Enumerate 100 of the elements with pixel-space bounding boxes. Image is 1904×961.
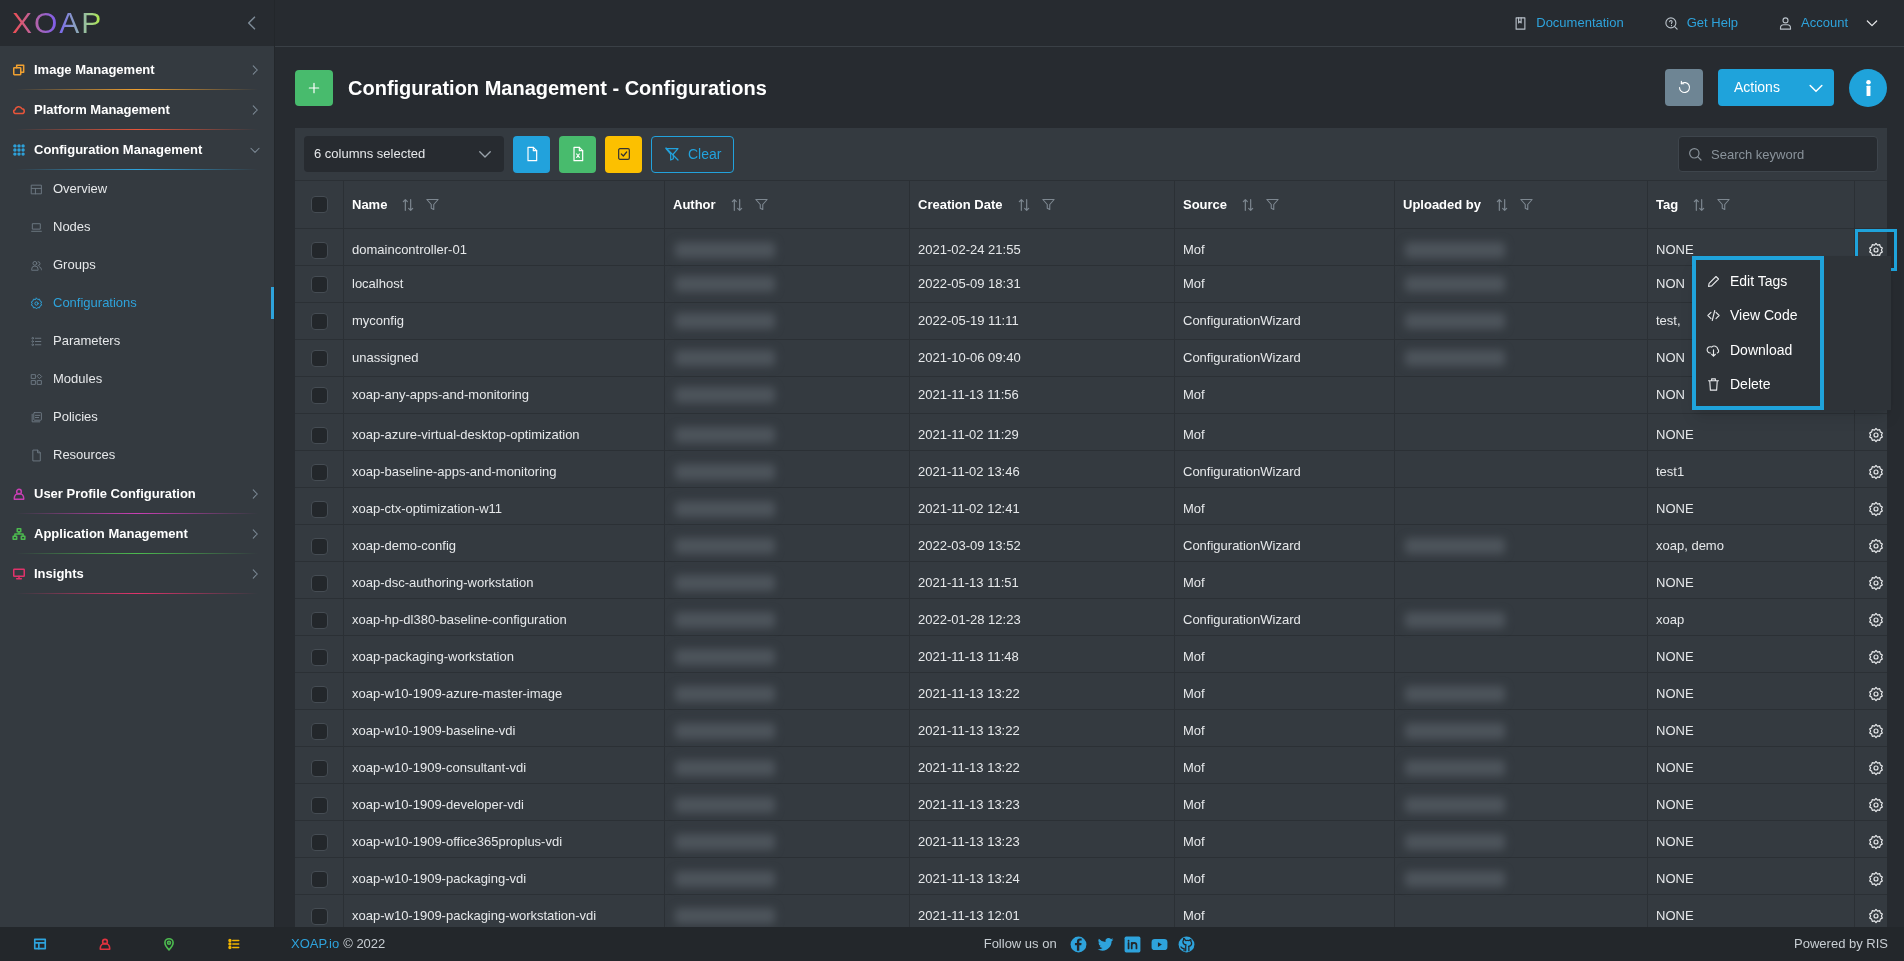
sidebar-item[interactable]: Resources <box>0 436 274 474</box>
menu-item[interactable]: Download <box>1696 333 1820 368</box>
sidebar-item[interactable]: Configurations <box>0 284 274 322</box>
info-icon <box>1865 79 1871 96</box>
column-header[interactable]: Name <box>352 194 388 215</box>
sidebar-section[interactable]: Configuration Management <box>0 130 274 169</box>
menu-item-icon <box>1706 342 1721 358</box>
table-cell-text: 2021-11-13 11:48 <box>918 648 1019 667</box>
filter-clear-icon <box>664 146 680 162</box>
settings-icon <box>1868 908 1884 924</box>
clear-button[interactable]: Clear <box>651 135 735 173</box>
row-checkbox[interactable] <box>310 722 328 740</box>
table-cell-text: xoap-w10-1909-office365proplus-vdi <box>352 833 563 852</box>
social-link[interactable] <box>1122 934 1142 954</box>
table-cell-text: NONE <box>1656 759 1694 778</box>
item-icon <box>30 372 43 386</box>
row-checkbox[interactable] <box>310 426 328 444</box>
row-checkbox[interactable] <box>310 275 328 293</box>
settings-icon <box>1868 501 1884 517</box>
sidebar-item[interactable]: Groups <box>0 246 274 284</box>
table-cell-text: xoap-baseline-apps-and-monitoring <box>352 463 557 482</box>
settings-icon <box>1868 723 1884 739</box>
table-cell-text: 2021-11-13 13:22 <box>918 759 1020 778</box>
row-checkbox[interactable] <box>310 349 328 367</box>
sidebar-section[interactable]: Application Management <box>0 514 274 553</box>
item-icon <box>30 258 43 272</box>
sidebar-item[interactable]: Modules <box>0 360 274 398</box>
info-button[interactable] <box>1849 68 1887 107</box>
sidebar-section[interactable]: Platform Management <box>0 90 274 129</box>
social-link[interactable] <box>1176 934 1196 954</box>
table-cell-text: Mof <box>1183 870 1205 889</box>
sidebar-item[interactable]: Parameters <box>0 322 274 360</box>
table-cell-text: xoap-w10-1909-baseline-vdi <box>352 722 516 741</box>
table-cell-text: unassigned <box>352 349 419 368</box>
row-checkbox[interactable] <box>310 833 328 851</box>
table-cell-text: NONE <box>1656 833 1694 852</box>
sidebar-section[interactable]: Image Management <box>0 50 274 89</box>
table-cell-text: test, <box>1656 312 1681 331</box>
row-checkbox[interactable] <box>310 312 328 330</box>
row-checkbox[interactable] <box>310 759 328 777</box>
row-checkbox[interactable] <box>310 907 328 925</box>
table-cell-text: Mof <box>1183 722 1205 741</box>
filter-icon <box>1265 197 1281 212</box>
settings-icon <box>1868 538 1884 554</box>
link-icon <box>1778 15 1793 31</box>
table-cell-text: 2021-11-13 12:01 <box>918 907 1020 926</box>
table-cell-text: ConfigurationWizard <box>1183 611 1301 630</box>
item-icon <box>30 220 43 234</box>
sidebar-item[interactable]: Nodes <box>0 208 274 246</box>
column-header[interactable]: Uploaded by <box>1403 194 1481 215</box>
row-checkbox[interactable] <box>310 463 328 481</box>
add-button[interactable] <box>295 69 333 106</box>
refresh-button[interactable] <box>1665 69 1703 106</box>
table-cell-text: 2021-11-13 13:24 <box>918 870 1020 889</box>
menu-item[interactable]: View Code <box>1696 298 1820 333</box>
top-link[interactable]: Account <box>1778 13 1880 33</box>
row-checkbox[interactable] <box>310 386 328 404</box>
sidebar-section[interactable]: User Profile Configuration <box>0 474 274 513</box>
row-checkbox[interactable] <box>310 648 328 666</box>
search-field[interactable]: Search keyword <box>1678 136 1878 172</box>
table-cell-text: Mof <box>1183 833 1205 852</box>
link-icon <box>1663 15 1679 31</box>
column-header[interactable]: Creation Date <box>918 194 1003 215</box>
table-cell-text: xoap <box>1656 611 1685 630</box>
social-link[interactable] <box>1068 934 1088 954</box>
table-cell-text: ConfigurationWizard <box>1183 312 1301 331</box>
top-link[interactable]: Documentation <box>1513 13 1624 33</box>
checkbox-icon <box>615 146 632 162</box>
columns-select[interactable]: 6 columns selected <box>304 136 504 172</box>
select-all-checkbox[interactable] <box>310 196 328 213</box>
row-checkbox[interactable] <box>310 870 328 888</box>
menu-item[interactable]: Delete <box>1696 367 1820 402</box>
settings-icon <box>1868 427 1884 443</box>
sidebar-item[interactable]: Overview <box>0 170 274 208</box>
row-checkbox[interactable] <box>310 611 328 629</box>
column-header[interactable]: Tag <box>1656 194 1679 215</box>
select-button[interactable] <box>605 135 642 173</box>
settings-icon <box>1868 834 1884 850</box>
row-checkbox[interactable] <box>310 685 328 703</box>
table-cell-text: Mof <box>1183 907 1205 926</box>
row-checkbox[interactable] <box>310 574 328 592</box>
column-header[interactable]: Source <box>1183 194 1228 215</box>
row-checkbox[interactable] <box>310 500 328 518</box>
table-cell-text: 2021-11-02 11:29 <box>918 426 1019 445</box>
export-file-button[interactable] <box>513 135 550 173</box>
table-cell-text: myconfig <box>352 312 405 331</box>
column-header[interactable]: Author <box>673 194 716 215</box>
menu-item[interactable]: Edit Tags <box>1696 264 1820 299</box>
export-excel-button[interactable] <box>559 135 596 173</box>
table-cell-text: NONE <box>1656 870 1694 889</box>
row-checkbox[interactable] <box>310 241 328 259</box>
row-checkbox[interactable] <box>310 796 328 814</box>
table-cell-text: Mof <box>1183 386 1205 405</box>
brand-link[interactable]: XOAP.io <box>291 934 340 954</box>
settings-icon <box>1868 575 1884 591</box>
top-link[interactable]: Get Help <box>1663 13 1738 33</box>
sidebar-item[interactable]: Policies <box>0 398 274 436</box>
table-cell-text: 2021-02-24 21:55 <box>918 241 1021 260</box>
sidebar-section[interactable]: Insights <box>0 554 274 593</box>
row-checkbox[interactable] <box>310 537 328 555</box>
